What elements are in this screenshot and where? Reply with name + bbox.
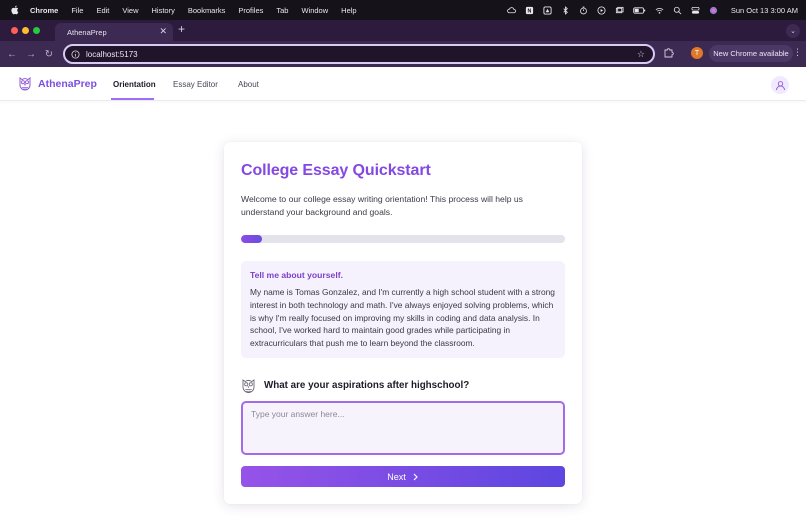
user-icon xyxy=(775,80,785,90)
answer-input[interactable] xyxy=(241,401,565,455)
chevron-right-icon xyxy=(413,473,418,480)
window-zoom-button[interactable] xyxy=(33,27,40,34)
apple-icon[interactable] xyxy=(10,5,20,15)
menu-window[interactable]: Window xyxy=(301,6,328,15)
reload-icon[interactable]: ↻ xyxy=(42,47,56,61)
progress-bar xyxy=(241,235,565,243)
new-tab-icon[interactable]: + xyxy=(178,22,185,36)
siri-icon[interactable] xyxy=(709,6,718,15)
extensions-puzzle-icon[interactable] xyxy=(663,46,675,58)
menu-history[interactable]: History xyxy=(152,6,175,15)
quickstart-card: College Essay Quickstart Welcome to our … xyxy=(224,142,582,504)
play-icon[interactable] xyxy=(597,5,606,15)
url-text: localhost:5173 xyxy=(86,49,138,59)
user-account-button[interactable] xyxy=(771,76,789,94)
search-icon[interactable] xyxy=(673,6,682,15)
menu-app-chrome[interactable]: Chrome xyxy=(30,6,58,15)
current-question: What are your aspirations after highscho… xyxy=(264,379,470,391)
close-icon[interactable]: ✕ xyxy=(159,26,167,37)
timer-icon[interactable] xyxy=(579,6,588,15)
previous-answer-panel: Tell me about yourself. My name is Tomas… xyxy=(241,261,565,358)
browser-tab-strip: AthenaPrep ✕ xyxy=(0,20,806,41)
menu-bookmarks[interactable]: Bookmarks xyxy=(188,6,226,15)
chrome-update-button[interactable]: New Chrome available xyxy=(709,45,793,62)
browser-tab-athenaprep[interactable]: AthenaPrep ✕ xyxy=(55,23,173,41)
owl-icon xyxy=(242,378,255,393)
window-minimize-button[interactable] xyxy=(22,27,29,34)
profile-avatar[interactable]: T xyxy=(691,47,703,59)
window-icon[interactable] xyxy=(615,6,624,15)
active-tab-indicator xyxy=(111,98,154,100)
cloud-icon[interactable] xyxy=(507,6,516,15)
app-icon[interactable] xyxy=(543,5,552,15)
menu-edit[interactable]: Edit xyxy=(96,6,109,15)
battery-icon[interactable] xyxy=(633,6,646,15)
back-arrow-icon[interactable]: ← xyxy=(5,47,19,61)
window-close-button[interactable] xyxy=(11,27,18,34)
chevron-down-icon[interactable]: ⌄ xyxy=(786,24,800,38)
brand-name[interactable]: AthenaPrep xyxy=(38,78,97,90)
address-bar[interactable]: localhost:5173 ☆ xyxy=(63,44,655,64)
tab-orientation[interactable]: Orientation xyxy=(113,80,156,89)
menubar-clock[interactable]: Sun Oct 13 3:00 AM xyxy=(731,6,798,15)
previous-question: Tell me about yourself. xyxy=(250,270,343,280)
next-button-label: Next xyxy=(387,471,406,482)
menu-profiles[interactable]: Profiles xyxy=(238,6,263,15)
tab-essay-editor[interactable]: Essay Editor xyxy=(173,80,218,89)
bookmark-star-icon[interactable]: ☆ xyxy=(637,49,645,60)
card-title: College Essay Quickstart xyxy=(241,162,431,179)
svg-text:N: N xyxy=(527,8,531,14)
app-header: AthenaPrep Orientation Essay Editor Abou… xyxy=(0,67,806,101)
tab-title: AthenaPrep xyxy=(67,27,107,37)
owl-logo-icon[interactable] xyxy=(18,75,32,92)
browser-toolbar: ← → ↻ localhost:5173 ☆ xyxy=(0,41,806,67)
forward-arrow-icon[interactable]: → xyxy=(24,47,38,61)
card-intro: Welcome to our college essay writing ori… xyxy=(241,194,523,217)
previous-answer-text: My name is Tomas Gonzalez, and I'm curre… xyxy=(250,287,555,349)
bluetooth-icon[interactable] xyxy=(561,5,570,15)
wifi-icon[interactable] xyxy=(655,6,664,15)
macos-menubar: Chrome File Edit View History Bookmarks … xyxy=(0,0,806,20)
menu-help[interactable]: Help xyxy=(341,6,356,15)
control-center-icon[interactable] xyxy=(691,6,700,15)
current-question-row: What are your aspirations after highscho… xyxy=(241,375,469,395)
more-menu-icon[interactable]: ⋮ xyxy=(793,47,802,58)
menu-file[interactable]: File xyxy=(71,6,83,15)
notion-icon[interactable]: N xyxy=(525,6,534,15)
menu-tab[interactable]: Tab xyxy=(276,6,288,15)
site-info-icon[interactable] xyxy=(71,49,80,59)
menu-view[interactable]: View xyxy=(122,6,138,15)
tab-about[interactable]: About xyxy=(238,80,259,89)
progress-bar-fill xyxy=(241,235,263,243)
menubar-status-area: N Sun Oct 13 3:00 AM xyxy=(507,0,798,20)
next-button[interactable]: Next xyxy=(241,466,565,487)
